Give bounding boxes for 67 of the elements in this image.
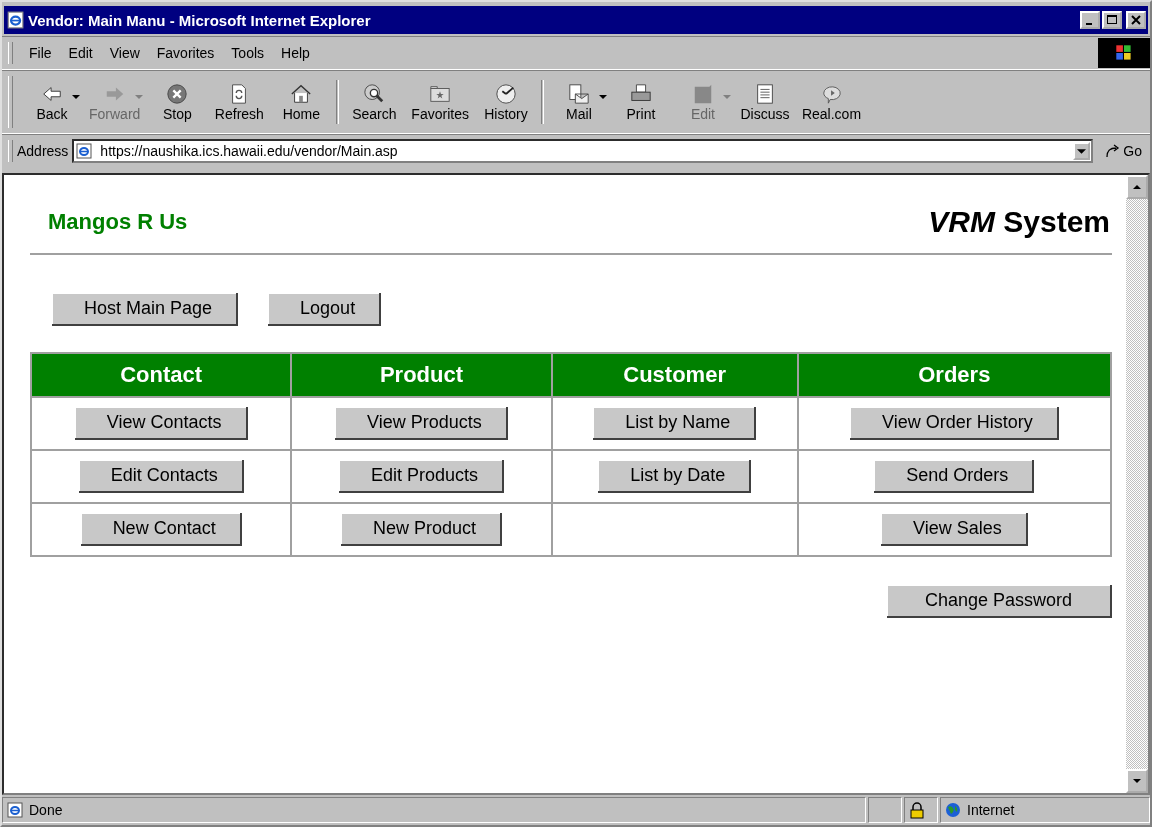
toolbar-button[interactable]: Back — [21, 82, 83, 122]
action-button[interactable]: New Contact — [80, 513, 242, 546]
zone-text: Internet — [967, 802, 1015, 818]
folder-icon — [428, 83, 453, 105]
nav-button[interactable]: Host Main Page — [52, 293, 239, 326]
toolbar-button[interactable]: Discuss — [733, 82, 796, 122]
menu-item[interactable]: Favorites — [156, 45, 215, 61]
status-text: Done — [29, 802, 63, 818]
menu-item[interactable]: Tools — [231, 45, 265, 61]
toolbar-button[interactable]: Stop — [146, 82, 209, 122]
close-button[interactable] — [1126, 11, 1146, 29]
maximize-button[interactable] — [1102, 11, 1122, 29]
mail-icon — [566, 83, 591, 105]
maximize-icon — [1107, 15, 1117, 25]
toolbar-button[interactable]: Favorites — [405, 82, 475, 122]
action-button[interactable]: Edit Contacts — [78, 460, 244, 493]
action-button[interactable]: Edit Products — [338, 460, 504, 493]
down-arrow-icon[interactable] — [1133, 779, 1141, 783]
toolbar-button[interactable]: Print — [609, 82, 672, 122]
close-icon — [1131, 15, 1141, 25]
action-button[interactable]: View Products — [335, 407, 508, 440]
clock-icon — [493, 83, 518, 105]
action-button[interactable]: View Order History — [849, 407, 1059, 440]
dropdown-button[interactable] — [1073, 142, 1091, 160]
minimize-icon — [1085, 22, 1092, 25]
toolbar-button[interactable]: Search — [343, 82, 406, 122]
change-password-button[interactable]: Change Password — [886, 585, 1112, 618]
action-button[interactable]: View Sales — [880, 513, 1028, 546]
go-button[interactable]: Go — [1093, 143, 1150, 159]
column-header: Orders — [797, 353, 1111, 397]
home-icon — [289, 83, 314, 105]
address-label: Address — [17, 143, 69, 159]
menu-item[interactable]: Edit — [68, 45, 93, 61]
toolbar-button[interactable]: Real.com — [795, 82, 868, 122]
stop-icon — [165, 83, 190, 105]
status-panel — [868, 797, 902, 823]
brand-name: Mangos R Us — [48, 209, 188, 235]
menu-item[interactable]: Help — [281, 45, 310, 61]
caret-icon — [1077, 148, 1087, 154]
action-button[interactable]: Send Orders — [874, 460, 1035, 493]
action-button[interactable]: List by Name — [593, 407, 757, 440]
toolbar-button[interactable]: Refresh — [208, 82, 271, 122]
minimize-button[interactable] — [1080, 11, 1100, 29]
up-arrow-icon[interactable] — [1133, 185, 1141, 189]
nav-button[interactable]: Logout — [268, 293, 382, 326]
column-header: Contact — [31, 353, 292, 397]
column-header: Product — [291, 353, 552, 397]
toolbar-button[interactable]: Home — [270, 82, 333, 122]
toolbar-button[interactable]: Mail — [547, 82, 610, 122]
window-title: Vendor: Main Manu - Microsoft Internet Explorer — [28, 11, 372, 29]
menu-item[interactable]: File — [29, 45, 52, 61]
page-icon — [7, 802, 23, 818]
action-button[interactable]: New Product — [340, 513, 502, 546]
menu-item[interactable]: View — [109, 45, 140, 61]
system-title: VRM System — [928, 205, 1110, 239]
page-icon — [76, 143, 93, 159]
scrollbar[interactable] — [1126, 175, 1148, 793]
column-header: Customer — [551, 353, 798, 397]
action-button[interactable]: View Contacts — [74, 407, 248, 440]
toolbar-button[interactable]: History — [474, 82, 537, 122]
action-button[interactable]: List by Date — [598, 460, 752, 493]
caret-icon[interactable] — [72, 95, 80, 99]
windows-logo-icon — [1098, 38, 1150, 68]
globe-icon — [945, 802, 961, 818]
caret-icon[interactable] — [598, 95, 607, 99]
address-field[interactable]: https://naushika.ics.hawaii.edu/vendor/Main.asp — [72, 139, 1094, 163]
browser-logo-icon — [6, 11, 24, 29]
